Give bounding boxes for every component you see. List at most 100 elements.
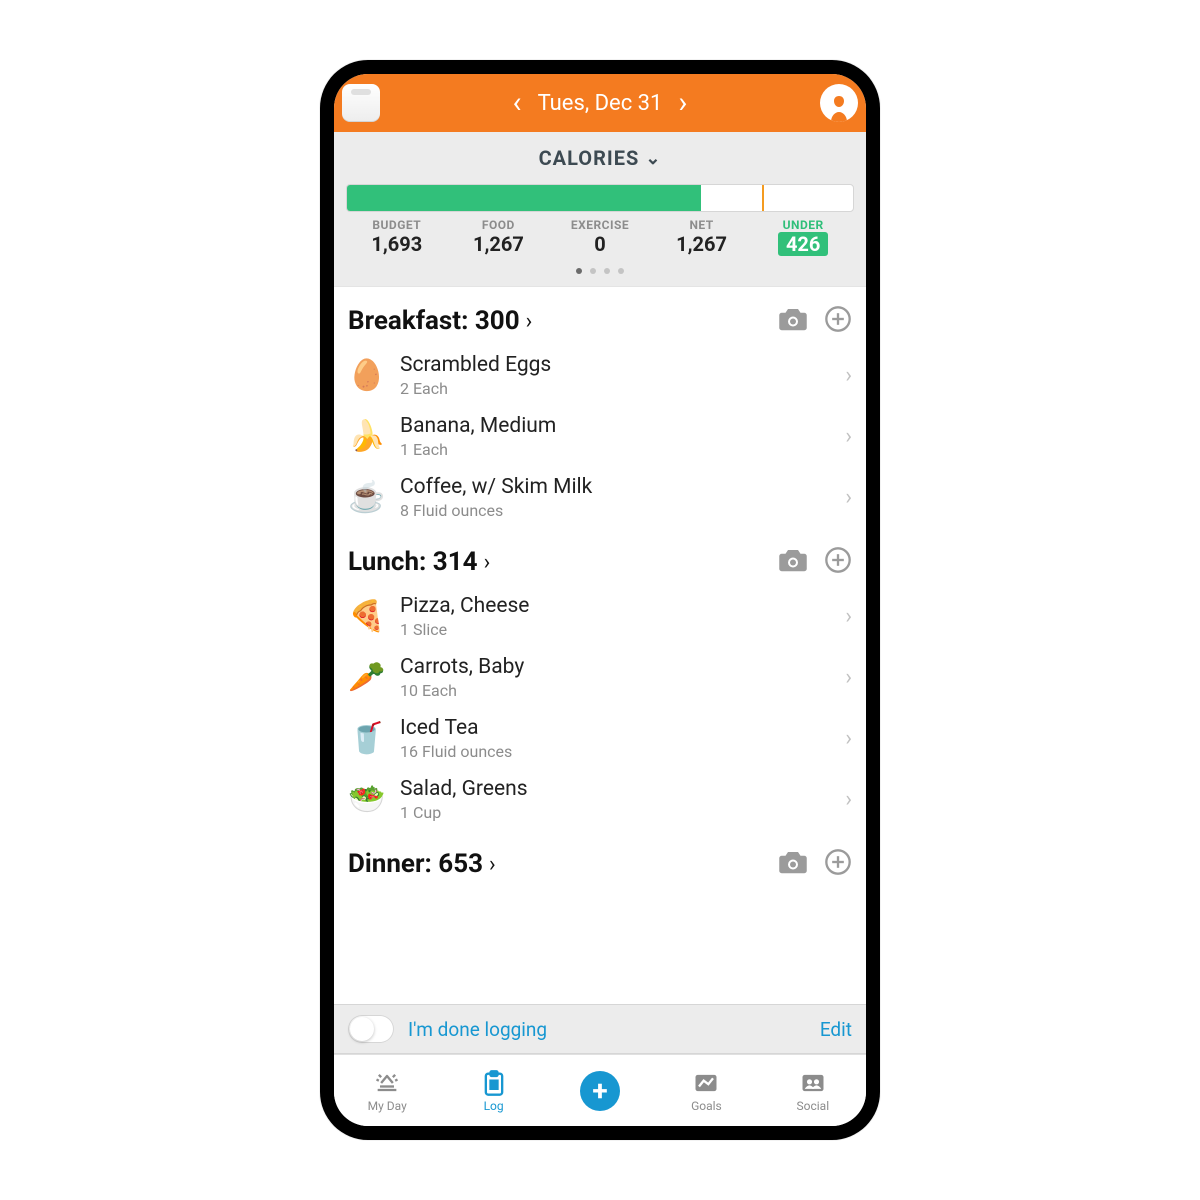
chevron-right-icon: › — [484, 550, 491, 575]
tab-bar: My Day Log + Goals Social — [334, 1054, 866, 1126]
food-quantity: 1 Slice — [400, 620, 831, 639]
food-name: Carrots, Baby — [400, 655, 831, 679]
food-icon: 🥕 — [348, 659, 386, 697]
stat-value: 1,693 — [346, 232, 448, 256]
stat-budget: BUDGET1,693 — [346, 218, 448, 256]
meal-header[interactable]: Lunch: 314› — [334, 528, 866, 586]
meal-title: Lunch: 314 — [348, 547, 478, 577]
chevron-right-icon: › — [845, 665, 852, 690]
stat-label: FOOD — [448, 218, 550, 232]
calorie-summary: CALORIES ⌄ BUDGET1,693FOOD1,267EXERCISE0… — [334, 132, 866, 287]
plus-icon: + — [580, 1071, 620, 1111]
scale-icon[interactable] — [342, 84, 380, 122]
chevron-right-icon: › — [526, 309, 533, 334]
chevron-right-icon: › — [845, 604, 852, 629]
stats-row: BUDGET1,693FOOD1,267EXERCISE0NET1,267UND… — [334, 212, 866, 256]
done-toggle[interactable] — [348, 1015, 394, 1043]
tab-goals[interactable]: Goals — [653, 1055, 759, 1126]
chevron-right-icon: › — [845, 363, 852, 388]
food-icon: ☕ — [348, 479, 386, 517]
stat-label: BUDGET — [346, 218, 448, 232]
progress-fill — [347, 185, 701, 211]
camera-icon[interactable] — [778, 547, 808, 577]
done-logging-bar: I'm done logging Edit — [334, 1004, 866, 1054]
chevron-right-icon: › — [845, 424, 852, 449]
chevron-right-icon: › — [845, 787, 852, 812]
meal-title: Dinner: 653 — [348, 849, 483, 879]
food-icon: 🥗 — [348, 781, 386, 819]
meals-list: Breakfast: 300›🥚Scrambled Eggs2 Each›🍌Ba… — [334, 287, 866, 1004]
add-food-button[interactable] — [824, 848, 852, 880]
stat-value: 1,267 — [651, 232, 753, 256]
food-quantity: 1 Each — [400, 440, 831, 459]
food-icon: 🍌 — [348, 418, 386, 456]
food-row[interactable]: 🥤 Iced Tea 16 Fluid ounces › — [334, 708, 866, 769]
food-row[interactable]: 🍌 Banana, Medium 1 Each › — [334, 406, 866, 467]
food-icon: 🍕 — [348, 598, 386, 636]
tab-label: Goals — [691, 1099, 722, 1113]
tab-label: Social — [797, 1099, 830, 1113]
chevron-down-icon: ⌄ — [645, 148, 661, 169]
food-name: Pizza, Cheese — [400, 594, 831, 618]
stat-value: 1,267 — [448, 232, 550, 256]
food-name: Iced Tea — [400, 716, 831, 740]
tab-label: My Day — [368, 1099, 407, 1113]
stat-value: 0 — [549, 232, 651, 256]
meal-header[interactable]: Breakfast: 300› — [334, 287, 866, 345]
date-label[interactable]: Tues, Dec 31 — [538, 91, 663, 116]
page-dot — [618, 268, 624, 274]
tab-label: Log — [484, 1099, 504, 1113]
food-quantity: 8 Fluid ounces — [400, 501, 831, 520]
food-name: Banana, Medium — [400, 414, 831, 438]
page-dot — [604, 268, 610, 274]
tab-add[interactable]: + — [547, 1055, 653, 1126]
page-dot — [590, 268, 596, 274]
stat-label: UNDER — [752, 218, 854, 232]
stat-under: UNDER426 — [752, 218, 854, 256]
food-name: Scrambled Eggs — [400, 353, 831, 377]
food-row[interactable]: 🥕 Carrots, Baby 10 Each › — [334, 647, 866, 708]
food-name: Salad, Greens — [400, 777, 831, 801]
stat-exercise: EXERCISE0 — [549, 218, 651, 256]
food-quantity: 10 Each — [400, 681, 831, 700]
tab-log[interactable]: Log — [440, 1055, 546, 1126]
food-quantity: 1 Cup — [400, 803, 831, 822]
profile-avatar[interactable] — [820, 84, 858, 122]
camera-icon[interactable] — [778, 306, 808, 336]
chevron-right-icon: › — [489, 852, 496, 877]
stat-value: 426 — [778, 232, 828, 256]
chevron-right-icon: › — [845, 726, 852, 751]
next-day-button[interactable]: › — [674, 88, 691, 118]
summary-title-text: CALORIES — [539, 146, 640, 170]
food-row[interactable]: 🥚 Scrambled Eggs 2 Each › — [334, 345, 866, 406]
food-icon: 🥚 — [348, 357, 386, 395]
meal-title: Breakfast: 300 — [348, 306, 520, 336]
date-navigator: ‹ Tues, Dec 31 › — [509, 88, 692, 118]
food-quantity: 16 Fluid ounces — [400, 742, 831, 761]
stat-label: NET — [651, 218, 753, 232]
add-food-button[interactable] — [824, 546, 852, 578]
food-row[interactable]: ☕ Coffee, w/ Skim Milk 8 Fluid ounces › — [334, 467, 866, 528]
food-icon: 🥤 — [348, 720, 386, 758]
food-row[interactable]: 🍕 Pizza, Cheese 1 Slice › — [334, 586, 866, 647]
add-food-button[interactable] — [824, 305, 852, 337]
food-name: Coffee, w/ Skim Milk — [400, 475, 831, 499]
app-header: ‹ Tues, Dec 31 › — [334, 74, 866, 132]
stat-label: EXERCISE — [549, 218, 651, 232]
summary-selector[interactable]: CALORIES ⌄ — [334, 146, 866, 170]
meal-header[interactable]: Dinner: 653› — [334, 830, 866, 888]
calorie-progress-bar — [346, 184, 854, 212]
stat-net: NET1,267 — [651, 218, 753, 256]
budget-marker — [762, 185, 764, 211]
page-dot — [576, 268, 582, 274]
chevron-right-icon: › — [845, 485, 852, 510]
edit-button[interactable]: Edit — [820, 1018, 852, 1041]
food-quantity: 2 Each — [400, 379, 831, 398]
tab-my-day[interactable]: My Day — [334, 1055, 440, 1126]
food-row[interactable]: 🥗 Salad, Greens 1 Cup › — [334, 769, 866, 830]
prev-day-button[interactable]: ‹ — [509, 88, 526, 118]
done-logging-label: I'm done logging — [408, 1018, 547, 1041]
tab-social[interactable]: Social — [760, 1055, 866, 1126]
page-dots — [334, 268, 866, 274]
camera-icon[interactable] — [778, 849, 808, 879]
